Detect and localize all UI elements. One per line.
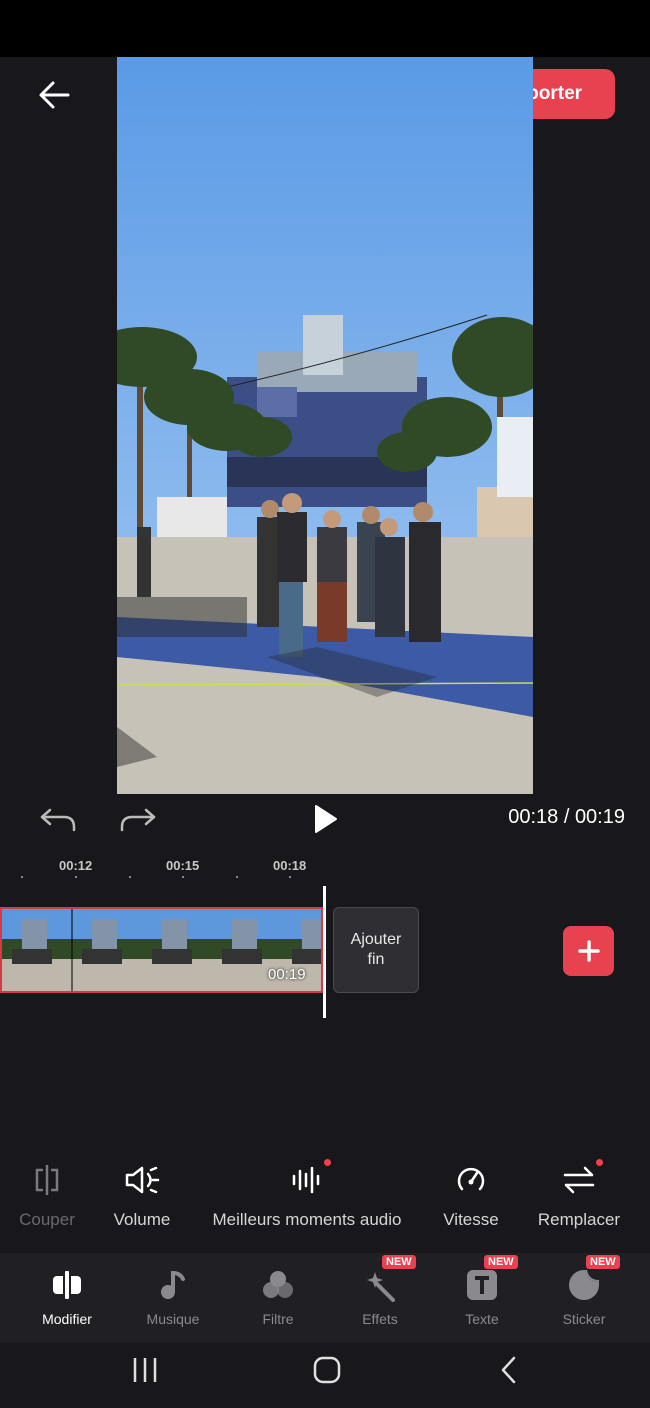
tool-label: Meilleurs moments audio xyxy=(212,1210,402,1229)
add-clip-button[interactable] xyxy=(563,926,614,976)
tab-label: Musique xyxy=(146,1311,200,1327)
new-badge: NEW xyxy=(382,1255,416,1269)
system-back-button[interactable] xyxy=(494,1355,524,1385)
ruler-tick-label: 00:15 xyxy=(166,858,200,873)
status-bar xyxy=(0,0,650,57)
music-note-icon xyxy=(155,1267,191,1303)
ruler-dot xyxy=(289,876,291,878)
plus-icon xyxy=(577,940,600,962)
video-preview[interactable] xyxy=(117,57,533,794)
tab-label: Sticker xyxy=(562,1311,606,1327)
tool-audio-highlights[interactable]: Meilleurs moments audio xyxy=(207,1159,407,1230)
edit-icon xyxy=(49,1267,85,1303)
redo-icon xyxy=(120,808,156,832)
chevron-left-icon xyxy=(501,1356,516,1384)
swap-icon xyxy=(559,1159,603,1200)
tool-label: Volume xyxy=(113,1210,171,1229)
ruler-tick-label: 00:18 xyxy=(273,858,307,873)
sticker-icon: NEW xyxy=(566,1255,620,1303)
filter-icon xyxy=(260,1267,296,1303)
playhead[interactable] xyxy=(323,886,326,1018)
tab-label: Modifier xyxy=(42,1311,92,1327)
redo-button[interactable] xyxy=(116,802,158,836)
ruler-dot xyxy=(21,876,23,878)
tool-label: Couper xyxy=(19,1210,75,1229)
home-icon xyxy=(313,1356,341,1384)
tool-split[interactable]: Couper xyxy=(17,1160,77,1230)
home-button[interactable] xyxy=(311,1355,343,1385)
tab-filtre[interactable]: Filtre xyxy=(228,1253,328,1343)
audio-wave-icon xyxy=(287,1159,331,1200)
speedometer-icon xyxy=(451,1160,491,1200)
new-indicator-dot xyxy=(596,1159,603,1166)
clip-duration: 00:19 xyxy=(268,966,306,983)
recent-apps-button[interactable] xyxy=(128,1355,162,1385)
text-icon: NEW xyxy=(464,1255,518,1303)
ruler-dot xyxy=(236,876,238,878)
preview-frame-image xyxy=(117,57,533,794)
new-badge: NEW xyxy=(484,1255,518,1269)
new-badge: NEW xyxy=(586,1255,620,1269)
split-icon xyxy=(27,1160,67,1200)
play-icon xyxy=(315,805,337,833)
tab-label: Texte xyxy=(465,1311,499,1327)
tab-sticker[interactable]: NEW Sticker xyxy=(534,1253,634,1343)
play-button[interactable] xyxy=(308,800,342,838)
ruler-dot xyxy=(129,876,131,878)
tool-label: Vitesse xyxy=(443,1210,499,1229)
new-indicator-dot xyxy=(324,1159,331,1166)
tool-label: Remplacer xyxy=(537,1210,621,1229)
add-ending-label-line1: Ajouter xyxy=(350,931,402,948)
undo-icon xyxy=(40,808,76,832)
add-ending-button[interactable]: Ajouter fin xyxy=(333,907,419,993)
tool-speed[interactable]: Vitesse xyxy=(436,1160,506,1230)
ruler-tick-label: 00:12 xyxy=(59,858,93,873)
undo-button[interactable] xyxy=(38,802,80,836)
ruler-dot xyxy=(182,876,184,878)
bottom-tab-bar: Modifier Musique Filtre NEW Effets NEW T… xyxy=(0,1253,650,1343)
recent-apps-icon xyxy=(133,1358,157,1382)
tab-effets[interactable]: NEW Effets xyxy=(330,1253,430,1343)
tab-label: Effets xyxy=(362,1311,398,1327)
magic-wand-icon: NEW xyxy=(362,1255,416,1303)
tab-modifier[interactable]: Modifier xyxy=(17,1253,117,1343)
system-nav-bar xyxy=(0,1343,650,1408)
playback-timecode: 00:18 / 00:19 xyxy=(508,806,625,828)
speaker-icon xyxy=(122,1160,162,1200)
tab-label: Filtre xyxy=(262,1311,294,1327)
tab-musique[interactable]: Musique xyxy=(123,1253,223,1343)
add-ending-label-line2: fin xyxy=(367,951,385,968)
back-button[interactable] xyxy=(32,74,78,116)
ruler-dot xyxy=(75,876,77,878)
tool-volume[interactable]: Volume xyxy=(107,1160,177,1230)
tool-replace[interactable]: Remplacer xyxy=(534,1159,624,1230)
arrow-left-icon xyxy=(39,81,70,109)
tab-texte[interactable]: NEW Texte xyxy=(432,1253,532,1343)
